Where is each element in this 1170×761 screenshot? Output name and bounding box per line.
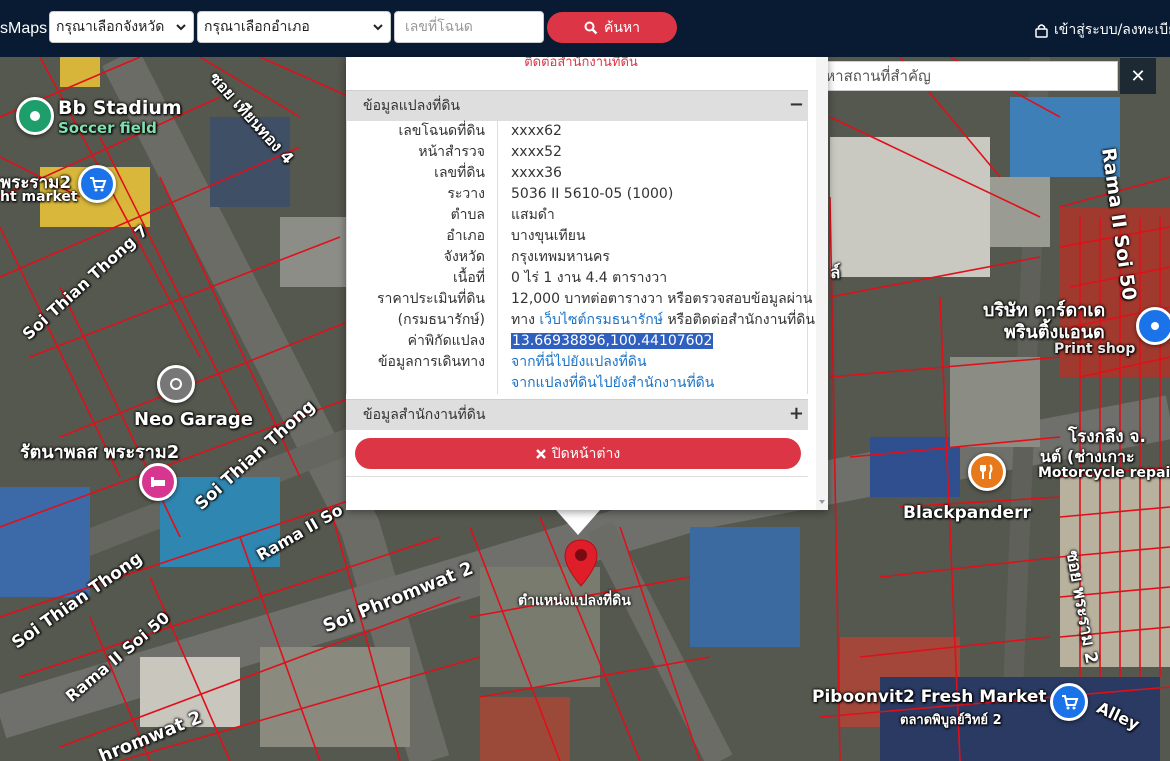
dept-suffix: หรือติดต่อสำนักงานที่ดิน [667, 312, 815, 328]
market-cart-poi-icon[interactable] [1050, 683, 1088, 721]
close-window-button[interactable]: ปิดหน้าต่าง [355, 438, 801, 469]
search-button[interactable]: ค้นหา [547, 12, 677, 43]
search-button-label: ค้นหา [603, 19, 641, 36]
info-key: เลขที่ดิน [347, 163, 498, 184]
restaurant-poi-icon[interactable] [968, 453, 1006, 491]
collapse-icon[interactable]: − [789, 95, 804, 115]
place-search-input[interactable]: ค้นหาสถานที่สำคัญ [798, 61, 1118, 91]
expand-icon[interactable]: + [789, 404, 804, 424]
route-to-parcel-link[interactable]: จากที่นี่ไปยังแปลงที่ดิน [511, 354, 647, 370]
lock-icon [1035, 23, 1048, 38]
stadium-poi-icon[interactable] [16, 97, 54, 135]
info-value: 0 ไร่ 1 งาน 4.4 ตารางวา [511, 270, 668, 286]
close-icon [535, 448, 546, 459]
province-select[interactable]: กรุณาเลือกจังหวัด [49, 11, 194, 43]
popup-arrow [556, 510, 600, 535]
info-key: เลขโฉนดที่ดิน [347, 121, 498, 142]
info-row: เลขโฉนดที่ดิน xxxx62 [347, 121, 807, 142]
info-value: 12,000 บาทต่อตารางวา หรือตรวจสอบข้อมูลผ่… [511, 291, 813, 307]
map-label-soccer-field: Soccer field [58, 119, 157, 137]
info-key: จังหวัด [347, 247, 498, 268]
map-label-piboonvit: Piboonvit2 Fresh Market [812, 687, 1047, 707]
info-value: ทาง เว็บไซต์กรมธนารักษ์ หรือติดต่อสำนักง… [498, 310, 815, 331]
info-key: ราคาประเมินที่ดิน [347, 289, 498, 310]
popup-scrollbar[interactable] [816, 57, 828, 510]
info-row: จังหวัด กรุงเทพมหานคร [347, 247, 807, 268]
info-value: 5036 II 5610-05 (1000) [511, 186, 674, 202]
info-value: จากที่นี่ไปยังแปลงที่ดิน [498, 352, 647, 373]
map-label-piboonvit-th: ตลาดพิบูลย์วิทย์ 2 [900, 713, 1002, 728]
info-row: ข้อมูลการเดินทาง จากที่นี่ไปยังแปลงที่ดิ… [347, 352, 807, 373]
info-row: อำเภอ บางขุนเทียน [347, 226, 807, 247]
map-label-market: ht market [0, 189, 78, 205]
close-icon[interactable]: ✕ [1120, 58, 1156, 94]
info-row: เนื้อที่ 0 ไร่ 1 งาน 4.4 ตารางวา [347, 268, 807, 289]
info-row: จากแปลงที่ดินไปยังสำนักงานที่ดิน [347, 373, 807, 394]
treasury-website-link[interactable]: เว็บไซต์กรมธนารักษ์ [539, 312, 663, 328]
info-row: ราคาประเมินที่ดิน 12,000 บาทต่อตารางวา หร… [347, 289, 812, 310]
search-icon [584, 21, 598, 34]
info-key: หน้าสำรวจ [347, 142, 498, 163]
coordinate-value[interactable]: 13.66938896,100.44107602 [511, 333, 714, 349]
map-label-blackpanderr: Blackpanderr [903, 503, 1031, 523]
chevron-down-icon [176, 24, 186, 31]
print-shop-poi-icon[interactable] [1136, 307, 1170, 345]
marker-label: ตำแหน่งแปลงที่ดิน [518, 593, 631, 609]
map-pin-icon[interactable] [562, 538, 600, 588]
info-key: ข้อมูลการเดินทาง [347, 352, 498, 373]
scroll-down-arrow-icon[interactable] [819, 500, 825, 504]
info-row: (กรมธนารักษ์) ทาง เว็บไซต์กรมธนารักษ์ หร… [347, 310, 815, 331]
info-key: ค่าพิกัดแปลง [347, 331, 498, 352]
info-key [347, 373, 498, 394]
district-select[interactable]: กรุณาเลือกอำเภอ [197, 11, 391, 43]
district-select-value: กรุณาเลือกอำเภอ [204, 19, 310, 35]
info-value: xxxx62 [511, 123, 562, 139]
land-info-table: เลขโฉนดที่ดิน xxxx62 หน้าสำรวจ xxxx52 เลขท… [346, 121, 815, 394]
info-value: xxxx52 [511, 144, 562, 160]
info-key: อำเภอ [347, 226, 498, 247]
info-key: เนื้อที่ [347, 268, 498, 289]
panel-divider [346, 476, 808, 477]
section-land-info-title: ข้อมูลแปลงที่ดิน [363, 98, 461, 114]
info-row: ค่าพิกัดแปลง 13.66938896,100.44107602 [347, 331, 807, 352]
login-link[interactable]: เข้าสู่ระบบ/ลงทะเบีย [1035, 19, 1170, 41]
section-land-info-header[interactable]: ข้อมูลแปลงที่ดิน − [346, 90, 808, 121]
map-label-partial: ล์ [830, 263, 841, 283]
info-key: (กรมธนารักษ์) [347, 310, 498, 331]
info-value: แสมดำ [511, 207, 555, 223]
map-label-motorcycle: Motorcycle repair [1038, 465, 1170, 481]
shopping-cart-poi-icon[interactable] [78, 165, 116, 203]
info-key: ระวาง [347, 184, 498, 205]
route-to-office-link[interactable]: จากแปลงที่ดินไปยังสำนักงานที่ดิน [511, 375, 714, 391]
info-value: จากแปลงที่ดินไปยังสำนักงานที่ดิน [498, 373, 714, 394]
info-value: xxxx36 [511, 165, 562, 181]
close-window-label: ปิดหน้าต่าง [551, 445, 621, 462]
map-label-bb-stadium: Bb Stadium [58, 97, 182, 119]
info-value: 13.66938896,100.44107602 [498, 331, 714, 352]
deed-number-input[interactable]: เลขที่โฉนด [394, 11, 544, 43]
chevron-down-icon [373, 24, 383, 31]
info-row: หน้าสำรวจ xxxx52 [347, 142, 807, 163]
info-value: กรุงเทพมหานคร [511, 249, 610, 265]
map-label-neo-garage: Neo Garage [134, 409, 253, 430]
dept-prefix: ทาง [511, 312, 535, 328]
info-key: ตำบล [347, 205, 498, 226]
info-row: ระวาง 5036 II 5610-05 (1000) [347, 184, 807, 205]
contact-land-office-text: ติดต่อสำนักงานที่ดิน [524, 57, 638, 70]
info-value: บางขุนเทียน [511, 228, 586, 244]
map-label-print-shop: Print shop [1054, 341, 1136, 357]
garage-poi-icon[interactable] [157, 365, 195, 403]
map-label-rattanaphon: รัตนาพลส พระราม2 [20, 442, 180, 463]
parcel-info-popup: ติดต่อสำนักงานที่ดิน ข้อมูลแปลงที่ดิน − … [346, 57, 828, 510]
section-office-info-title: ข้อมูลสำนักงานที่ดิน [363, 407, 486, 423]
hotel-poi-icon[interactable] [139, 463, 177, 501]
info-row: ตำบล แสมดำ [347, 205, 807, 226]
brand-logo[interactable]: sMaps [0, 20, 48, 38]
province-select-value: กรุณาเลือกจังหวัด [56, 19, 165, 35]
section-office-info-header[interactable]: ข้อมูลสำนักงานที่ดิน + [346, 399, 808, 430]
info-row: เลขที่ดิน xxxx36 [347, 163, 807, 184]
login-link-label: เข้าสู่ระบบ/ลงทะเบีย [1054, 22, 1170, 38]
